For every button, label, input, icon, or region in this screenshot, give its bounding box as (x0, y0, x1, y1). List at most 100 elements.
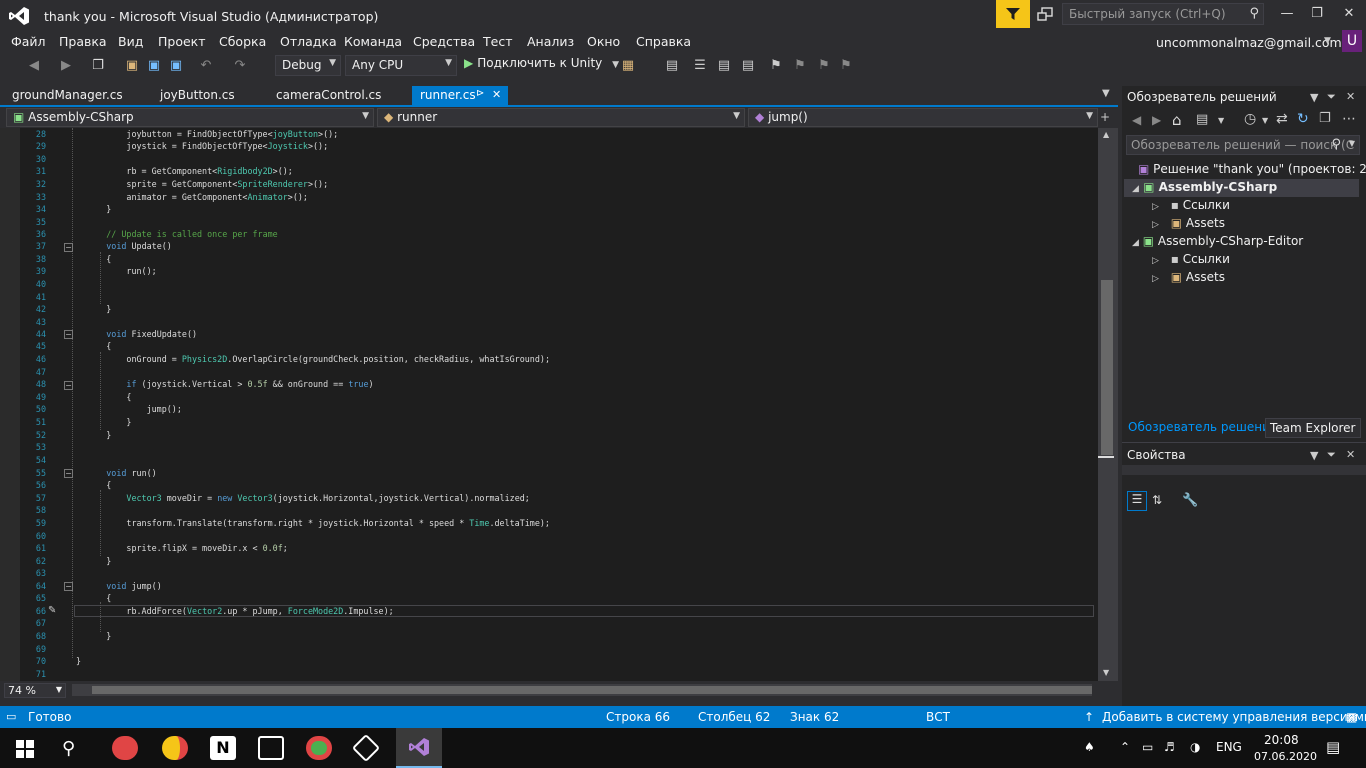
tab-joybutton[interactable]: joyButton.cs (152, 86, 243, 106)
alphabetical-icon[interactable]: ⇅ (1152, 493, 1162, 507)
tree-item-solution[interactable]: ▣ Решение "thank you" (проектов: 2) (1138, 162, 1366, 176)
uncomment-icon[interactable]: ▤ (740, 58, 756, 74)
notification-filter-button[interactable] (996, 0, 1030, 28)
paint-app-icon[interactable] (112, 736, 138, 760)
scroll-up-icon[interactable]: ▲ (1103, 130, 1109, 139)
tree-item-assets[interactable]: ▷ ▣ Assets (1152, 270, 1225, 284)
network-icon[interactable]: ◑ (1190, 740, 1200, 754)
open-folder-icon[interactable]: ▣ (124, 58, 140, 74)
new-project-icon[interactable]: ❐ (90, 58, 106, 74)
history-icon[interactable]: ◷ (1244, 111, 1256, 127)
close-button[interactable]: ✕ (1334, 6, 1364, 24)
battery-icon[interactable]: ▭ (1142, 740, 1153, 754)
collapse-all-icon[interactable]: ❐ (1319, 111, 1331, 126)
clock-date[interactable]: 07.06.2020 (1254, 750, 1317, 763)
fold-toggle[interactable]: − (64, 582, 73, 591)
tab-runner[interactable]: runner.cs ⊳ ✕ (412, 86, 508, 106)
volume-icon[interactable]: ♬ (1164, 740, 1175, 754)
windows-start-icon[interactable] (16, 740, 34, 758)
taskbar-active-app[interactable] (396, 728, 442, 768)
chrome-icon[interactable] (306, 736, 332, 760)
home-icon[interactable]: ⌂ (1172, 111, 1182, 129)
redo-icon[interactable]: ↷ (232, 58, 248, 74)
action-center-icon[interactable]: ▤ (1326, 738, 1340, 756)
fold-toggle[interactable]: − (64, 243, 73, 252)
quick-launch-input[interactable]: Быстрый запуск (Ctrl+Q) ⚲ (1062, 3, 1264, 25)
yandex-browser-icon[interactable] (162, 736, 188, 760)
tree-item-refs[interactable]: ▷ ▪ Ссылки (1152, 198, 1230, 212)
notion-icon[interactable]: N (210, 736, 236, 760)
menu-edit[interactable]: Правка (59, 34, 107, 49)
chevron-down-icon[interactable]: ▼ (1218, 116, 1224, 125)
back-icon[interactable]: ◀ (26, 58, 42, 74)
navigate-icon[interactable]: ▤ (664, 58, 680, 74)
forward-icon[interactable]: ▶ (1152, 113, 1161, 127)
attach-unity-button[interactable]: ▶ Подключить к Unity ▼ (464, 56, 619, 70)
tab-cameracontrol[interactable]: cameraControl.cs (268, 86, 389, 106)
scroll-down-icon[interactable]: ▼ (1103, 668, 1109, 677)
panel-menu-icon[interactable]: ▼ (1310, 91, 1318, 104)
next-bookmark-icon[interactable]: ⚑ (816, 58, 832, 74)
clock-time[interactable]: 20:08 (1264, 733, 1299, 747)
close-icon[interactable]: ✕ (1346, 90, 1355, 103)
switch-views-icon[interactable]: ▤ (1196, 112, 1208, 127)
menu-view[interactable]: Вид (118, 34, 143, 49)
tree-item-assembly-csharp[interactable]: ◢ ▣ Assembly-CSharp (1132, 180, 1277, 194)
menu-analyze[interactable]: Анализ (527, 34, 574, 49)
tab-team-explorer[interactable]: Team Explorer (1265, 418, 1361, 438)
find-in-files-icon[interactable]: ▦ (620, 58, 636, 74)
maximize-button[interactable]: ❐ (1302, 6, 1332, 24)
pin-icon[interactable]: ⏷ (1327, 90, 1336, 104)
people-icon[interactable]: ♠ (1084, 740, 1095, 754)
save-icon[interactable]: ▣ (146, 58, 162, 74)
unity-hub-icon[interactable] (258, 736, 284, 760)
forward-icon[interactable]: ▶ (58, 58, 74, 74)
notifications-icon[interactable]: ▩ (1346, 710, 1357, 724)
tree-item-assets[interactable]: ▷ ▣ Assets (1152, 216, 1225, 230)
menu-team[interactable]: Команда (344, 34, 402, 49)
pending-changes-icon[interactable]: ⇄ (1276, 111, 1288, 127)
account-email[interactable]: uncommonalmaz@gmail.com (1156, 35, 1342, 50)
tab-groundmanager[interactable]: groundManager.cs (4, 86, 131, 106)
menu-test[interactable]: Тест (483, 34, 512, 49)
menu-project[interactable]: Проект (158, 34, 206, 49)
minimize-button[interactable]: — (1272, 6, 1302, 24)
categorized-icon[interactable]: ☰ (1127, 491, 1147, 511)
search-icon[interactable]: ⚲ (62, 738, 75, 759)
input-language[interactable]: ENG (1216, 740, 1242, 754)
menu-build[interactable]: Сборка (219, 34, 266, 49)
indent-icon[interactable]: ☰ (692, 58, 708, 74)
wrench-icon[interactable]: 🔧 (1182, 493, 1198, 508)
tab-list-dropdown-icon[interactable]: ▼ (1102, 88, 1110, 99)
chevron-down-icon[interactable]: ▼ (1324, 36, 1331, 46)
class-dropdown[interactable]: ◆ runner ▼ (377, 108, 745, 127)
tree-item-refs[interactable]: ▷ ▪ Ссылки (1152, 252, 1230, 266)
scrollbar-thumb[interactable] (92, 686, 1092, 694)
tab-solution-explorer[interactable]: Обозреватель решений (1124, 418, 1282, 436)
configuration-select[interactable]: Debug ▼ (275, 55, 341, 76)
project-dropdown[interactable]: ▣ Assembly-CSharp ▼ (6, 108, 374, 127)
comment-icon[interactable]: ▤ (716, 58, 732, 74)
chevron-down-icon[interactable]: ▼ (1262, 116, 1268, 125)
zoom-select[interactable]: 74 % ▼ (4, 683, 66, 698)
fold-toggle[interactable]: − (64, 330, 73, 339)
properties-object-bar[interactable] (1122, 465, 1366, 475)
avatar[interactable]: U (1342, 30, 1362, 52)
member-dropdown[interactable]: ◆ jump() ▼ (748, 108, 1098, 127)
close-icon[interactable]: ✕ (492, 88, 501, 101)
pin-icon[interactable]: ⏷ (1327, 448, 1336, 462)
fold-toggle[interactable]: − (64, 469, 73, 478)
close-icon[interactable]: ✕ (1346, 448, 1355, 461)
solution-search-input[interactable]: Обозреватель решений — поиск (C ⚲ ▼ (1126, 135, 1360, 155)
prev-bookmark-icon[interactable]: ⚑ (792, 58, 808, 74)
show-hidden-icons[interactable]: ⌃ (1120, 740, 1130, 754)
save-all-icon[interactable]: ▣ (168, 58, 184, 74)
menu-help[interactable]: Справка (636, 34, 691, 49)
menu-tools[interactable]: Средства (413, 34, 475, 49)
feedback-icon[interactable] (1036, 6, 1054, 24)
scrollbar-thumb[interactable] (1101, 280, 1113, 455)
refresh-icon[interactable]: ↻ (1297, 111, 1309, 127)
menu-file[interactable]: Файл (11, 34, 46, 49)
show-all-files-icon[interactable]: ⋯ (1342, 111, 1356, 127)
back-icon[interactable]: ◀ (1132, 113, 1141, 127)
